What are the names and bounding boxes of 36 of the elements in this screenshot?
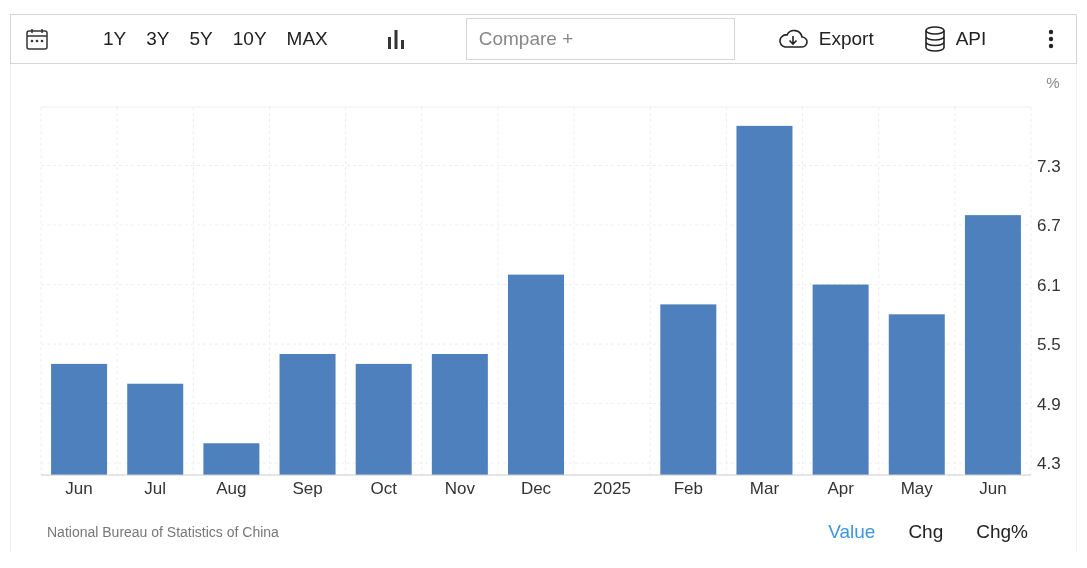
cloud-download-icon bbox=[776, 27, 809, 51]
x-tick-label: Jun bbox=[65, 479, 93, 498]
y-tick-label: 5.5 bbox=[1037, 335, 1061, 355]
calendar-icon[interactable] bbox=[25, 27, 49, 51]
y-tick-label: 7.3 bbox=[1037, 156, 1061, 176]
y-tick-label: 6.1 bbox=[1037, 275, 1061, 295]
y-tick-label: 4.3 bbox=[1037, 454, 1061, 474]
api-button[interactable]: API bbox=[923, 24, 987, 54]
x-tick-label: 2025 bbox=[593, 479, 632, 498]
x-tick-label: May bbox=[900, 479, 933, 498]
x-tick-label: Nov bbox=[444, 479, 475, 498]
more-icon[interactable] bbox=[1048, 29, 1054, 49]
mode-tab[interactable]: Chg bbox=[908, 517, 944, 547]
x-tick-label: Feb bbox=[673, 479, 703, 498]
x-tick-label: Jun bbox=[979, 479, 1007, 498]
x-tick-label: Jul bbox=[144, 479, 167, 498]
source-text: National Bureau of Statistics of China bbox=[47, 522, 279, 542]
period-button[interactable]: 1Y bbox=[103, 24, 127, 54]
y-tick-label: 6.7 bbox=[1037, 216, 1061, 236]
unit-label: % bbox=[1046, 74, 1060, 91]
y-tick-label: 4.9 bbox=[1037, 394, 1061, 414]
compare-field[interactable]: Compare + bbox=[465, 18, 735, 60]
export-button[interactable]: Export bbox=[776, 24, 874, 54]
period-button[interactable]: MAX bbox=[286, 24, 328, 54]
x-tick-label: Oct bbox=[370, 479, 397, 498]
x-tick-label: Sep bbox=[292, 479, 323, 498]
period-button[interactable]: 3Y bbox=[146, 24, 170, 54]
mode-tab[interactable]: Chg% bbox=[976, 517, 1028, 547]
bar-chart-icon[interactable] bbox=[385, 29, 406, 49]
x-tick-label: Dec bbox=[520, 479, 552, 498]
x-tick-label: Apr bbox=[827, 479, 854, 498]
x-tick-label: Mar bbox=[749, 479, 780, 498]
period-button[interactable]: 5Y bbox=[189, 24, 213, 54]
x-tick-label: Aug bbox=[216, 479, 247, 498]
period-button[interactable]: 10Y bbox=[232, 24, 267, 54]
database-icon bbox=[923, 26, 946, 52]
